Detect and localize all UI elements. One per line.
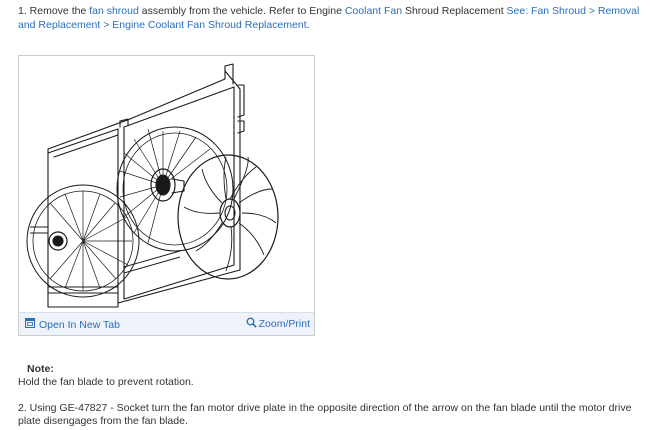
- figure-container: Open In New Tab Zoom/Print: [18, 55, 315, 336]
- step-1-prefix: 1. Remove the: [18, 5, 90, 17]
- note-text: Hold the fan blade to prevent rotation.: [18, 376, 194, 388]
- figure-toolbar: Open In New Tab Zoom/Print: [19, 312, 314, 335]
- zoom-print-label: Zoom/Print: [258, 318, 310, 330]
- step-1-paragraph: 1. Remove the fan shroud assembly from t…: [18, 4, 643, 32]
- fan-shroud-illustration[interactable]: [20, 57, 313, 314]
- zoom-print-link[interactable]: Zoom/Print: [246, 317, 310, 331]
- fan-shroud-link[interactable]: fan shroud: [89, 5, 139, 17]
- open-in-new-tab-icon: [25, 318, 35, 331]
- magnifier-icon: [246, 317, 257, 331]
- open-in-new-tab-label: Open In New Tab: [39, 318, 120, 331]
- step-1-mid: assembly from the vehicle. Refer to Engi…: [138, 5, 345, 17]
- step-1-suffix: .: [306, 19, 310, 31]
- open-in-new-tab-link[interactable]: Open In New Tab: [25, 318, 120, 331]
- step-2-paragraph: 2. Using GE-47827 - Socket turn the fan …: [18, 402, 632, 427]
- coolant-fan-link[interactable]: Coolant Fan: [345, 5, 402, 17]
- note-title: Note:: [27, 363, 54, 375]
- step-1-mid2: Shroud Replacement: [402, 5, 507, 17]
